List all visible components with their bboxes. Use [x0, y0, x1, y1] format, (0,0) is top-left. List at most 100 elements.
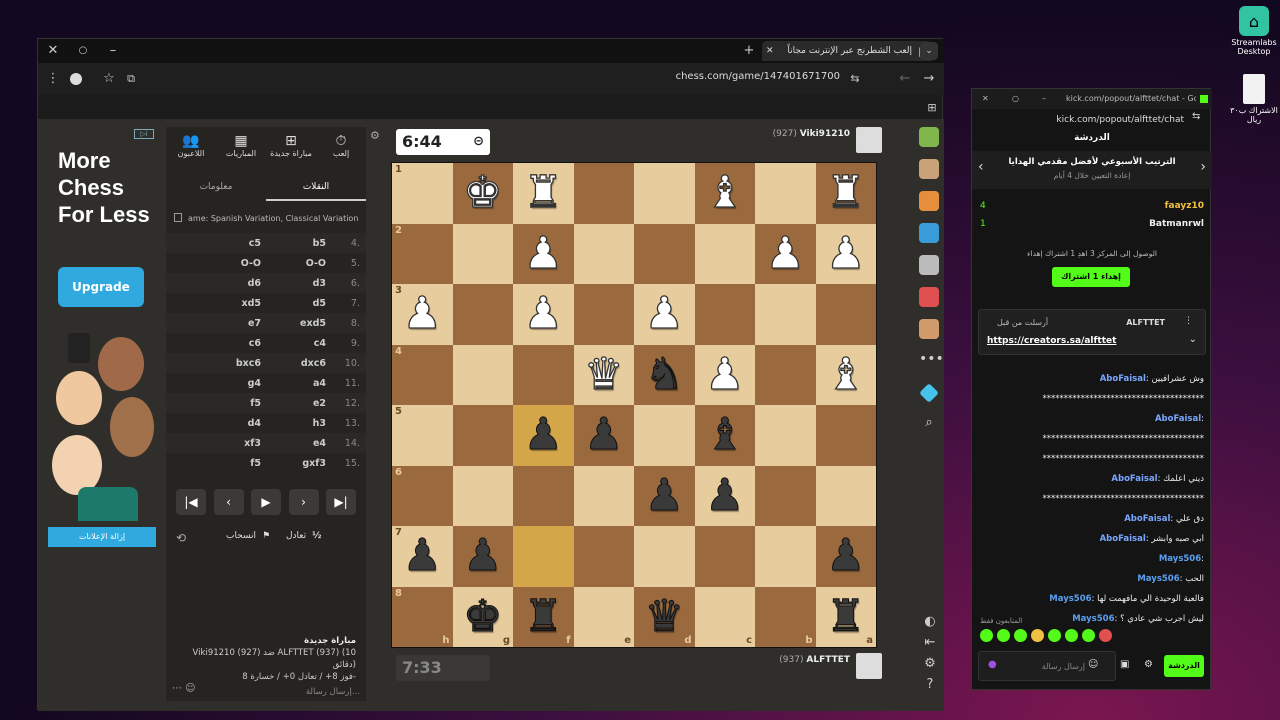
white-king-piece[interactable]: ♚	[462, 170, 503, 215]
chat-username[interactable]: AboFaisal	[1100, 534, 1146, 544]
board-square[interactable]: ♟	[513, 284, 574, 345]
prev-arrow-icon[interactable]: ‹	[978, 159, 984, 175]
white-pawn-piece[interactable]: ♟	[523, 231, 564, 276]
pin-icon[interactable]: ⋮	[1184, 316, 1193, 326]
nav-games[interactable]: ▦ المباريات	[216, 127, 266, 171]
gear-icon[interactable]: ⚙	[920, 653, 940, 674]
play-button[interactable]: ▶	[251, 489, 281, 515]
kick-minimize-icon[interactable]: –	[1042, 89, 1046, 109]
close-window-icon[interactable]: ✕	[42, 40, 64, 62]
move-row[interactable]: 7. d5 xd5	[166, 293, 366, 313]
chat-username[interactable]: Mays506	[1049, 594, 1091, 604]
board-square[interactable]	[815, 284, 876, 345]
board-square[interactable]: 4	[392, 344, 453, 405]
emote-icon[interactable]	[980, 629, 993, 642]
black-bishop-piece[interactable]: ♝	[705, 412, 745, 457]
black-knight-piece[interactable]: ♞	[644, 352, 684, 397]
black-move[interactable]: bxc6	[221, 358, 261, 369]
board-square[interactable]: ♝	[815, 344, 876, 405]
white-pawn-piece[interactable]: ♟	[644, 291, 685, 336]
move-row[interactable]: 9. c4 c6	[166, 333, 366, 353]
kick-tune-icon[interactable]: ⇆	[1192, 111, 1200, 122]
board-square[interactable]: 1	[392, 163, 453, 224]
black-move[interactable]: c5	[221, 238, 261, 249]
board-square[interactable]	[513, 526, 574, 587]
move-row[interactable]: 12. e2 f5	[166, 393, 366, 413]
nav-new-game[interactable]: ⊞ مباراة جديدة	[266, 127, 316, 171]
forward-icon[interactable]: ←	[894, 68, 916, 90]
share-icon[interactable]: ⧉	[120, 68, 142, 90]
board-square[interactable]: ♛ d	[634, 586, 695, 647]
board-square[interactable]	[634, 405, 695, 466]
board-square[interactable]	[755, 465, 816, 526]
board-square[interactable]: 6	[392, 465, 453, 526]
board-square[interactable]: ♟	[573, 405, 634, 466]
board-square[interactable]: e	[573, 586, 634, 647]
white-move[interactable]: e2	[286, 398, 326, 409]
move-row[interactable]: 13. h3 d4	[166, 413, 366, 433]
resign-control[interactable]: انسحاب ⚑	[226, 531, 270, 541]
black-move[interactable]: xd5	[221, 298, 261, 309]
black-king-piece[interactable]: ♚	[463, 594, 503, 639]
board-square[interactable]: ♟	[513, 405, 574, 466]
black-move[interactable]: e7	[221, 318, 261, 329]
move-row[interactable]: 4. b5 c5	[166, 233, 366, 253]
watch-icon[interactable]	[919, 223, 939, 243]
leader-name[interactable]: faayz10	[1165, 201, 1204, 219]
tab-menu-chevron-icon[interactable]: ⌄	[920, 42, 938, 60]
board-square[interactable]	[452, 344, 513, 405]
tab-info[interactable]: معلومات	[166, 173, 266, 201]
board-square[interactable]	[694, 526, 755, 587]
pawn-home-icon[interactable]	[919, 127, 939, 147]
kick-url[interactable]: kick.com/popout/alfttet/chat	[972, 111, 1212, 129]
emoji-icon[interactable]: ☺	[1088, 659, 1098, 670]
new-game-link[interactable]: مباراة جديدة	[176, 635, 356, 647]
chat-username[interactable]: Mays506	[1137, 574, 1179, 584]
social-icon[interactable]	[919, 319, 939, 339]
binoculars-icon[interactable]	[919, 255, 939, 275]
board-square[interactable]: ♟	[452, 526, 513, 587]
chat-username[interactable]: Mays506	[1072, 614, 1114, 624]
learn-icon[interactable]	[919, 191, 939, 211]
emote-icon[interactable]	[1082, 629, 1095, 642]
board-square[interactable]: ♟ 7	[392, 526, 453, 587]
chess-board[interactable]: 1 ♚ ♜ ♝ ♜ 2 ♟ ♟ ♟ ♟ 3 ♟ ♟ 4 ♛ ♞ ♟ ♝ 5 ♟ ♟ ♝ 6 ♟ ♟ ♟ 7 ♟ ♟ 8 h ♚ g ♜ f e ♛ d c b…	[391, 162, 877, 648]
panel-chat-input[interactable]: إرسال رسالة...	[166, 683, 366, 701]
board-square[interactable]	[634, 223, 695, 284]
settings-gear-icon[interactable]: ⚙	[370, 129, 380, 142]
board-square[interactable]: ♜ a	[815, 586, 876, 647]
board-square[interactable]: 2	[392, 223, 453, 284]
board-square[interactable]	[755, 526, 816, 587]
black-pawn-piece[interactable]: ♟	[523, 412, 563, 457]
tab-close-icon[interactable]: ✕	[766, 41, 774, 61]
tab-chess[interactable]: ✕ إلعب الشطرنج عبر الإنترنت مجاناً	[762, 41, 932, 61]
board-square[interactable]: ♜	[513, 163, 574, 224]
kick-close-icon[interactable]: ✕	[982, 89, 989, 109]
chat-username[interactable]: Mays506	[1159, 554, 1201, 564]
white-move[interactable]: b5	[286, 238, 326, 249]
theme-toggle-icon[interactable]: ◐	[920, 611, 940, 632]
board-square[interactable]: ♟	[513, 223, 574, 284]
nav-players[interactable]: 👥 اللاعبون	[166, 127, 216, 171]
board-square[interactable]	[755, 405, 816, 466]
emote-icon[interactable]	[997, 629, 1010, 642]
tune-icon[interactable]: ⇆	[844, 68, 866, 90]
chat-username[interactable]: AboFaisal	[1124, 514, 1170, 524]
black-move[interactable]: O-O	[221, 258, 261, 269]
white-move[interactable]: gxf3	[286, 458, 326, 469]
white-bishop-piece[interactable]: ♝	[825, 352, 866, 397]
move-row[interactable]: 8. exd5 e7	[166, 313, 366, 333]
back-icon[interactable]: →	[918, 68, 940, 90]
white-move[interactable]: exd5	[286, 318, 326, 329]
prev-move-button[interactable]: ‹	[213, 489, 244, 515]
board-square[interactable]: ♟	[815, 526, 876, 587]
black-move[interactable]: d6	[221, 278, 261, 289]
move-row[interactable]: 15. gxf3 f5	[166, 453, 366, 473]
move-row[interactable]: 6. d3 d6	[166, 273, 366, 293]
expand-chevron-icon[interactable]: ⌄	[1189, 334, 1197, 345]
emote-icon[interactable]	[1099, 629, 1112, 642]
black-move[interactable]: f5	[221, 398, 261, 409]
top-player-name[interactable]: (927) Viki91210	[738, 129, 850, 139]
white-bishop-piece[interactable]: ♝	[704, 170, 745, 215]
news-icon[interactable]	[919, 287, 939, 307]
